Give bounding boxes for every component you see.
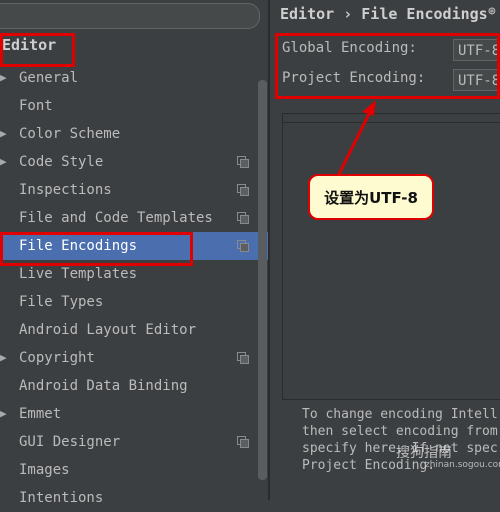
breadcrumb: Editor › File Encodings (280, 5, 488, 23)
path-encoding-table[interactable] (282, 113, 500, 400)
sidebar-item-android-layout-editor[interactable]: Android Layout Editor (0, 316, 268, 344)
sidebar-item-font[interactable]: Font (0, 92, 268, 120)
sidebar-item-inspections[interactable]: Inspections (0, 176, 268, 204)
expand-arrow-icon[interactable]: ▶ (0, 148, 10, 176)
sidebar-item-images[interactable]: Images (0, 456, 268, 484)
sidebar-item-label: File Encodings (19, 238, 138, 254)
sidebar-item-label: Android Layout Editor (19, 322, 197, 338)
sidebar-item-label: Copyright (19, 350, 95, 366)
expand-arrow-icon[interactable]: ▶ (0, 64, 10, 92)
expand-arrow-icon[interactable]: ▶ (0, 400, 10, 428)
settings-sidebar: Editor ▶ General Font ▶ Color Scheme ▶ Code St… (0, 0, 268, 506)
project-settings-icon (237, 436, 249, 448)
sidebar-item-general[interactable]: ▶ General (0, 64, 268, 92)
table-header (283, 114, 500, 123)
sidebar-item-label: File and Code Templates (19, 210, 213, 226)
sidebar-item-label: Android Data Binding (19, 378, 188, 394)
project-encoding-select[interactable]: UTF-8 (453, 69, 500, 91)
sidebar-item-label: Inspections (19, 182, 112, 198)
project-settings-icon (237, 240, 249, 252)
expand-arrow-icon[interactable]: ▶ (0, 120, 10, 148)
sidebar-item-label: Images (19, 462, 70, 478)
annotation-callout: 设置为UTF-8 (308, 174, 434, 220)
sidebar-item-file-encodings[interactable]: File Encodings (0, 232, 268, 260)
settings-content-panel: Editor › File Encodings ⊛ Global Encodin… (270, 0, 500, 500)
project-settings-icon (237, 212, 249, 224)
sidebar-item-file-types[interactable]: File Types (0, 288, 268, 316)
sidebar-item-copyright[interactable]: ▶ Copyright (0, 344, 268, 372)
sidebar-item-label: Intentions (19, 490, 104, 506)
sidebar-item-intentions[interactable]: Intentions (0, 484, 268, 512)
settings-search-input[interactable] (0, 3, 260, 29)
project-settings-icon (237, 352, 249, 364)
sidebar-item-live-templates[interactable]: Live Templates (0, 260, 268, 288)
sidebar-item-label: GUI Designer (19, 434, 121, 450)
help-icon[interactable]: ⊛ (488, 4, 496, 19)
sidebar-item-android-data-binding[interactable]: Android Data Binding (0, 372, 268, 400)
expand-arrow-icon[interactable]: ▶ (0, 344, 10, 372)
project-settings-icon (237, 184, 249, 196)
sidebar-item-label: Code Style (19, 154, 104, 170)
sidebar-item-file-and-code-templates[interactable]: File and Code Templates (0, 204, 268, 232)
sidebar-item-label: Live Templates (19, 266, 138, 282)
project-settings-icon (237, 156, 249, 168)
sidebar-item-emmet[interactable]: ▶ Emmet (0, 400, 268, 428)
sidebar-item-label: Font (19, 98, 53, 114)
project-encoding-label: Project Encoding: (282, 70, 426, 86)
sidebar-item-label: File Types (19, 294, 104, 310)
sidebar-item-label: Color Scheme (19, 126, 121, 142)
sidebar-scrollbar[interactable] (258, 80, 267, 480)
sidebar-item-color-scheme[interactable]: ▶ Color Scheme (0, 120, 268, 148)
watermark-url: zhinan.sogou.com (425, 460, 500, 470)
sidebar-item-code-style[interactable]: ▶ Code Style (0, 148, 268, 176)
sidebar-item-gui-designer[interactable]: GUI Designer (0, 428, 268, 456)
sidebar-section-editor: Editor (2, 36, 57, 54)
sidebar-item-label: General (19, 70, 79, 86)
watermark-logo: 搜狗指南 (396, 445, 452, 461)
sidebar-item-label: Emmet (19, 406, 62, 422)
global-encoding-label: Global Encoding: (282, 40, 417, 56)
global-encoding-select[interactable]: UTF-8 (453, 39, 500, 61)
